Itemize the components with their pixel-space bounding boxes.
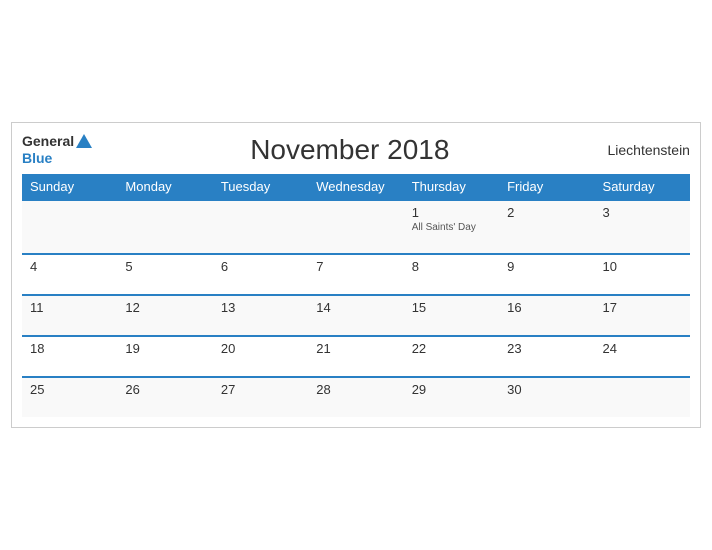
day-number: 30 (507, 382, 586, 397)
calendar-week-row: 25 26 27 28 29 30 (22, 377, 690, 417)
day-number: 14 (316, 300, 395, 315)
calendar-day-cell: 20 (213, 336, 308, 377)
day-number: 5 (125, 259, 204, 274)
calendar-day-cell: 10 (595, 254, 690, 295)
day-number: 23 (507, 341, 586, 356)
calendar-day-cell: 25 (22, 377, 117, 417)
calendar-day-cell: 21 (308, 336, 403, 377)
calendar-day-cell: 12 (117, 295, 212, 336)
day-number: 3 (603, 205, 682, 220)
logo: General Blue (22, 133, 92, 167)
calendar-day-cell: 2 (499, 200, 594, 254)
calendar-day-cell (213, 200, 308, 254)
weekday-header-sunday: Sunday (22, 174, 117, 200)
day-number: 1 (412, 205, 491, 220)
calendar-day-cell: 26 (117, 377, 212, 417)
day-number: 22 (412, 341, 491, 356)
holiday-name: All Saints' Day (412, 222, 491, 233)
day-number: 25 (30, 382, 109, 397)
calendar-day-cell: 22 (404, 336, 499, 377)
day-number: 19 (125, 341, 204, 356)
day-number: 28 (316, 382, 395, 397)
day-number: 24 (603, 341, 682, 356)
weekday-header-saturday: Saturday (595, 174, 690, 200)
calendar-container: General Blue November 2018 Liechtenstein… (11, 122, 701, 429)
day-number: 20 (221, 341, 300, 356)
weekday-header-monday: Monday (117, 174, 212, 200)
calendar-day-cell: 7 (308, 254, 403, 295)
day-number: 2 (507, 205, 586, 220)
calendar-day-cell: 13 (213, 295, 308, 336)
day-number: 10 (603, 259, 682, 274)
logo-triangle-icon (76, 134, 92, 148)
calendar-day-cell: 18 (22, 336, 117, 377)
calendar-day-cell: 1 All Saints' Day (404, 200, 499, 254)
day-number: 4 (30, 259, 109, 274)
day-number: 9 (507, 259, 586, 274)
weekday-header-wednesday: Wednesday (308, 174, 403, 200)
day-number: 8 (412, 259, 491, 274)
calendar-day-cell: 3 (595, 200, 690, 254)
calendar-week-row: 4 5 6 7 8 9 10 (22, 254, 690, 295)
day-number: 16 (507, 300, 586, 315)
logo-blue-text: Blue (22, 150, 52, 167)
day-number: 6 (221, 259, 300, 274)
day-number: 29 (412, 382, 491, 397)
calendar-day-cell: 8 (404, 254, 499, 295)
calendar-table: SundayMondayTuesdayWednesdayThursdayFrid… (22, 174, 690, 417)
calendar-day-cell (308, 200, 403, 254)
calendar-header: General Blue November 2018 Liechtenstein (22, 133, 690, 167)
calendar-day-cell: 14 (308, 295, 403, 336)
day-number: 26 (125, 382, 204, 397)
day-number: 17 (603, 300, 682, 315)
calendar-day-cell: 16 (499, 295, 594, 336)
calendar-day-cell: 15 (404, 295, 499, 336)
day-number: 13 (221, 300, 300, 315)
day-number: 12 (125, 300, 204, 315)
weekday-header-friday: Friday (499, 174, 594, 200)
calendar-day-cell: 23 (499, 336, 594, 377)
calendar-day-cell: 9 (499, 254, 594, 295)
weekday-header-tuesday: Tuesday (213, 174, 308, 200)
calendar-day-cell: 11 (22, 295, 117, 336)
calendar-day-cell: 4 (22, 254, 117, 295)
calendar-day-cell (595, 377, 690, 417)
day-number: 15 (412, 300, 491, 315)
calendar-day-cell: 19 (117, 336, 212, 377)
calendar-day-cell: 17 (595, 295, 690, 336)
calendar-day-cell: 5 (117, 254, 212, 295)
calendar-week-row: 1 All Saints' Day 2 3 (22, 200, 690, 254)
calendar-day-cell: 24 (595, 336, 690, 377)
calendar-day-cell: 27 (213, 377, 308, 417)
weekday-header-thursday: Thursday (404, 174, 499, 200)
calendar-day-cell (117, 200, 212, 254)
calendar-week-row: 11 12 13 14 15 16 17 (22, 295, 690, 336)
calendar-day-cell: 28 (308, 377, 403, 417)
day-number: 27 (221, 382, 300, 397)
day-number: 11 (30, 300, 109, 315)
weekday-header-row: SundayMondayTuesdayWednesdayThursdayFrid… (22, 174, 690, 200)
day-number: 7 (316, 259, 395, 274)
logo-general-text: General (22, 133, 74, 150)
day-number: 18 (30, 341, 109, 356)
calendar-day-cell: 6 (213, 254, 308, 295)
calendar-day-cell: 29 (404, 377, 499, 417)
calendar-week-row: 18 19 20 21 22 23 24 (22, 336, 690, 377)
calendar-day-cell: 30 (499, 377, 594, 417)
country-name: Liechtenstein (607, 142, 690, 158)
calendar-title: November 2018 (250, 134, 449, 166)
day-number: 21 (316, 341, 395, 356)
calendar-day-cell (22, 200, 117, 254)
